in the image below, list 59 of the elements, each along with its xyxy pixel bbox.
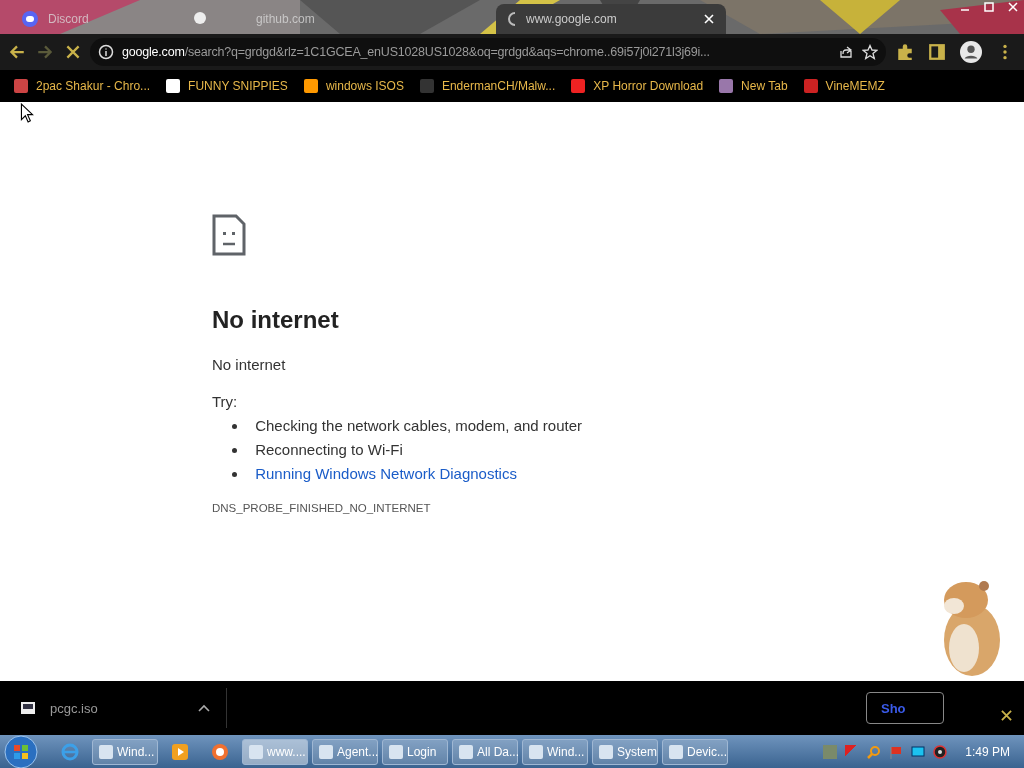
- maximize-icon[interactable]: [984, 2, 994, 12]
- tab-title: github.com: [256, 12, 316, 26]
- error-message: No internet: [212, 356, 287, 373]
- try-label: Try:: [212, 393, 239, 410]
- error-heading: No internet: [212, 305, 340, 335]
- bullet-dot-icon: [232, 471, 237, 477]
- side-panel-icon[interactable]: [928, 43, 946, 61]
- puzzle-piece-icon[interactable]: [896, 43, 914, 61]
- suggestion-text: Checking the network cables, modem, and router: [255, 417, 582, 434]
- share-icon[interactable]: [838, 44, 854, 60]
- taskbar-button[interactable]: Wind...: [92, 738, 158, 765]
- bookmark-favicon-icon: [166, 79, 181, 93]
- monitor-icon[interactable]: [911, 744, 926, 759]
- back-arrow-icon[interactable]: [8, 43, 26, 61]
- url-text: google.com/search?q=grdgd&rlz=1C1GCEA_enUS1028US1028&oq=grdgd&aqs=chrome..69i57j0i271l3j69i...: [122, 45, 711, 59]
- clock-text: 1:49 PM: [965, 744, 1010, 759]
- taskbar-button[interactable]: Devic...: [662, 738, 728, 765]
- sad-document-icon: [212, 214, 246, 256]
- speaker-icon[interactable]: [933, 744, 948, 759]
- play-icon[interactable]: [170, 741, 190, 762]
- browser-tab[interactable]: www.google.com: [496, 4, 726, 34]
- star-icon[interactable]: [862, 44, 878, 60]
- bookmark-favicon-icon: [571, 79, 586, 93]
- bookmark-favicon-icon: [303, 79, 318, 93]
- bullet-dot-icon: [232, 423, 237, 429]
- info-icon: [98, 44, 114, 60]
- bookmark-item[interactable]: VineMEMZ: [803, 79, 885, 93]
- close-icon[interactable]: [1001, 710, 1012, 721]
- diagnostics-link[interactable]: Running Windows Network Diagnostics: [255, 465, 517, 482]
- bookmark-favicon-icon: [719, 79, 734, 93]
- bookmark-item[interactable]: XP Horror Download: [571, 79, 704, 93]
- taskbar-button[interactable]: System: [592, 738, 658, 765]
- bookmark-item[interactable]: windows ISOS: [303, 79, 404, 93]
- taskbar-button[interactable]: Wind...: [522, 738, 588, 765]
- chat-bubble-icon: [22, 11, 38, 27]
- suggestion-text: Reconnecting to Wi-Fi: [255, 441, 403, 458]
- bookmark-favicon-icon: [803, 79, 818, 93]
- bullet-dot-icon: [232, 447, 237, 453]
- bookmark-favicon-icon: [419, 79, 434, 93]
- download-item[interactable]: pcgc.iso: [20, 700, 210, 716]
- tab-title: www.google.com: [526, 12, 618, 26]
- show-all-button[interactable]: Sho: [866, 692, 944, 724]
- app-icon[interactable]: [210, 741, 230, 762]
- caret-up-icon[interactable]: [198, 704, 210, 712]
- bookmark-item[interactable]: EndermanCH/Malw...: [419, 79, 556, 93]
- taskbar-button[interactable]: All Da...: [452, 738, 518, 765]
- tab-title: Discord: [48, 12, 90, 26]
- bookmark-item[interactable]: FUNNY SNIPPIES: [166, 79, 288, 93]
- loading-spinner-icon: [508, 12, 516, 26]
- address-bar[interactable]: google.com/search?q=grdgd&rlz=1C1GCEA_enUS1028US1028&oq=grdgd&aqs=chrome..69i57j0i271l3j69i...: [90, 38, 886, 66]
- stop-icon[interactable]: [64, 43, 82, 61]
- taskbar-button[interactable]: Agent...: [312, 738, 378, 765]
- bookmark-item[interactable]: 2pac Shakur - Chro...: [14, 79, 151, 93]
- error-code: DNS_PROBE_FINISHED_NO_INTERNET: [212, 502, 432, 514]
- profile-avatar-icon[interactable]: [960, 41, 982, 63]
- taskbar-button[interactable]: Login: [382, 738, 448, 765]
- bookmark-favicon-icon: [14, 79, 28, 93]
- bookmark-item[interactable]: New Tab: [719, 79, 788, 93]
- start-orb-icon[interactable]: [4, 734, 38, 768]
